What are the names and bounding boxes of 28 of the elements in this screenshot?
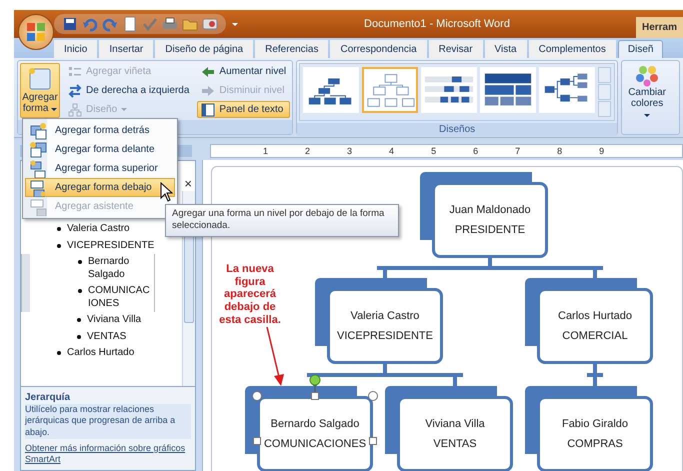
group-label: Diseños xyxy=(297,123,618,136)
tooltip: Agregar una forma un nivel por debajo de la forma seleccionada. xyxy=(165,204,399,237)
job-title: VICEPRESIDENTE xyxy=(337,330,433,342)
person-name: Carlos Hurtado xyxy=(558,310,632,322)
person-name: Bernardo Salgado xyxy=(270,418,360,430)
person-name: Valeria Castro xyxy=(350,310,420,322)
ruler-number: 8 xyxy=(557,146,562,156)
info-title: Jerarquía xyxy=(25,390,72,404)
person-name: Viviana Villa xyxy=(425,418,485,430)
ruler-number: 6 xyxy=(473,146,478,156)
context-tab-label: Herram xyxy=(636,17,683,38)
ruler-number: 2 xyxy=(305,146,310,156)
job-title: COMUNICACIONES xyxy=(264,438,366,450)
ruler-number: 7 xyxy=(515,146,520,156)
ruler-number: 4 xyxy=(389,146,394,156)
ruler-number: 9 xyxy=(599,146,604,156)
job-title: COMPRAS xyxy=(567,438,623,450)
annotation-text: La nueva figura aparecerá debajo de esta casilla. xyxy=(218,263,282,326)
window-title: Documento1 - Microsoft Word xyxy=(363,18,511,30)
person-name: Juan Maldonado xyxy=(449,204,531,216)
info-description: Utilícelo para mostrar relaciones jerárquicas que progresan de arriba a abajo. xyxy=(25,404,191,439)
job-title: VENTAS xyxy=(433,438,477,450)
ruler-number: 1 xyxy=(263,146,268,156)
ruler-number: 5 xyxy=(431,146,436,156)
job-title: PRESIDENTE xyxy=(454,224,526,236)
job-title: COMERCIAL xyxy=(562,330,628,342)
ruler-number: 3 xyxy=(347,146,352,156)
person-name: Fabio Giraldo xyxy=(562,418,628,430)
